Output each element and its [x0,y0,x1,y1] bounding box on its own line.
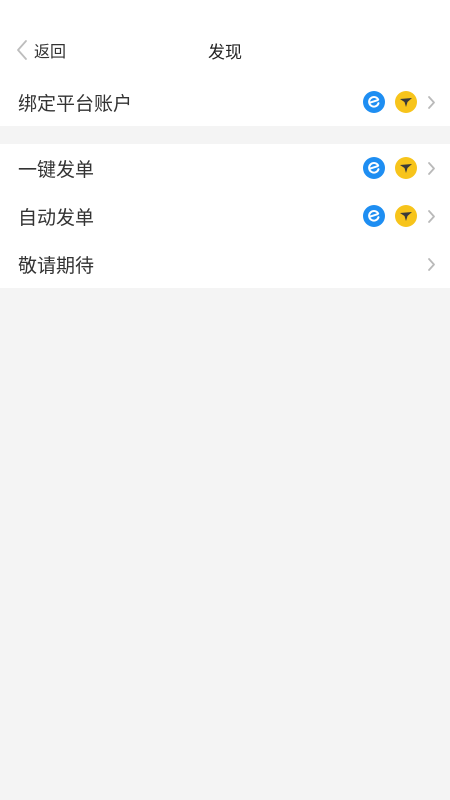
ele-me-icon [363,91,385,113]
list-item-bind-platform-account[interactable]: 绑定平台账户 [0,78,450,126]
list-item-label: 敬请期待 [18,254,95,277]
platform-icons [363,205,417,227]
page-title: 发现 [208,42,242,63]
status-bar [0,0,450,22]
meituan-icon [395,205,417,227]
chevron-right-icon [427,95,436,110]
platform-icons [363,91,417,113]
platform-group: 绑定平台账户 [0,78,450,126]
meituan-icon [395,157,417,179]
ele-me-icon [363,157,385,179]
back-label: 返回 [34,42,67,61]
back-button[interactable]: 返回 [16,22,66,78]
list-item-label: 一键发单 [18,158,95,181]
section-divider [0,126,450,144]
list-item-one-click-order[interactable]: 一键发单 [0,144,450,192]
chevron-right-icon [427,161,436,176]
back-chevron-icon [16,39,28,61]
nav-bar: 返回 发现 [0,22,450,78]
list-item-label: 自动发单 [18,206,95,229]
list-item-label: 绑定平台账户 [18,92,133,115]
meituan-icon [395,91,417,113]
platform-icons [363,157,417,179]
list-item-coming-soon[interactable]: 敬请期待 [0,240,450,288]
list-item-auto-order[interactable]: 自动发单 [0,192,450,240]
ele-me-icon [363,205,385,227]
order-group: 一键发单 自动发单 敬请期待 [0,144,450,288]
chevron-right-icon [427,257,436,272]
chevron-right-icon [427,209,436,224]
